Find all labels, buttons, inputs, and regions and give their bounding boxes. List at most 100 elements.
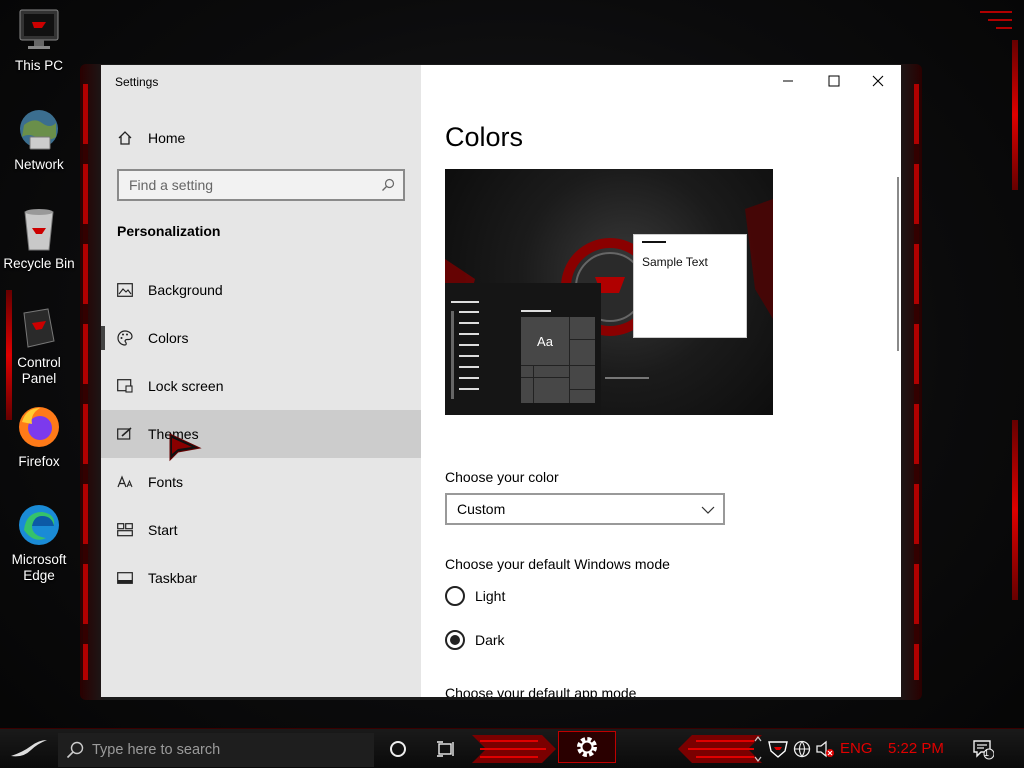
page-title: Colors: [445, 122, 524, 152]
nav-item-label: Colors: [148, 330, 189, 346]
recycle-bin-icon: [24, 209, 54, 251]
choose-color-label: Choose your color: [445, 469, 559, 485]
nav-item-lock-screen[interactable]: Lock screen: [101, 362, 421, 410]
preview-sample-text: Sample Text: [642, 255, 708, 269]
desktop-icon-label: This PC: [14, 58, 63, 73]
desktop-icon-network[interactable]: Network: [0, 107, 78, 173]
settings-nav-pane: Settings Home Personalization Background: [101, 65, 421, 697]
desktop-icon-label: Recycle Bin: [3, 256, 75, 271]
preview-tile-aa: Aa: [537, 333, 553, 349]
desktop-red-stripe: [1012, 420, 1018, 600]
nav-item-background[interactable]: Background: [101, 266, 421, 314]
maximize-icon: [828, 75, 840, 87]
gear-icon: [577, 737, 597, 757]
selection-indicator: [101, 326, 105, 350]
desktop-icon-control-panel[interactable]: Control Panel: [0, 305, 78, 387]
taskbar-red-decoration: [472, 735, 762, 763]
search-icon: [66, 741, 84, 759]
find-setting-input[interactable]: [129, 177, 369, 193]
desktop-icon-label: Microsoft Edge: [11, 552, 67, 583]
network-icon: [20, 110, 58, 150]
taskbar-search[interactable]: [58, 733, 374, 767]
preview-start-menu: Aa: [445, 283, 601, 415]
taskbar-search-input[interactable]: [92, 742, 372, 758]
control-panel-icon: [23, 308, 55, 348]
nav-item-fonts[interactable]: Fonts: [101, 458, 421, 506]
start-button[interactable]: [4, 729, 54, 768]
close-icon: [872, 75, 884, 87]
tray-network[interactable]: [792, 729, 812, 768]
nav-item-colors[interactable]: Colors: [101, 314, 421, 362]
radio-light-label: Light: [475, 588, 506, 604]
start-icon: [117, 522, 133, 538]
minimize-button[interactable]: [765, 65, 811, 97]
choose-color-value: Custom: [457, 501, 506, 517]
firefox-icon: [19, 407, 59, 447]
action-center-button[interactable]: 1: [968, 729, 998, 768]
this-pc-icon: [19, 9, 59, 49]
notification-icon: [973, 740, 994, 760]
chevron-up-icon: [754, 736, 762, 762]
radio-dark[interactable]: [445, 630, 465, 650]
nav-item-start[interactable]: Start: [101, 506, 421, 554]
preview-menu-lines: [451, 301, 479, 399]
desktop-icon-edge[interactable]: Microsoft Edge: [0, 502, 78, 584]
globe-icon: [793, 740, 811, 758]
desktop-red-stripe: [1012, 40, 1018, 190]
search-icon[interactable]: [381, 178, 395, 197]
window-title: Settings: [115, 75, 159, 89]
theme-preview: Aa Sample Text: [445, 169, 773, 415]
cortana-button[interactable]: [380, 729, 416, 768]
tray-volume[interactable]: [814, 729, 836, 768]
tray-clock[interactable]: 5:22 PM: [888, 740, 944, 757]
mouse-cursor: [169, 433, 202, 462]
radio-light[interactable]: [445, 586, 465, 606]
shield-icon: [768, 741, 788, 758]
windows-mode-dark[interactable]: Dark: [445, 630, 505, 650]
nav-item-label: Fonts: [148, 474, 184, 490]
desktop-icon-label: Firefox: [18, 454, 60, 469]
brush-icon: [117, 426, 133, 442]
nav-item-label: Start: [148, 522, 178, 538]
close-button[interactable]: [855, 65, 901, 97]
desktop-icon-recycle-bin[interactable]: Recycle Bin: [0, 206, 78, 272]
content-scrollbar[interactable]: [897, 177, 899, 351]
cortana-icon: [390, 741, 406, 757]
bezel-left-accent: [83, 84, 88, 680]
maximize-button[interactable]: [811, 65, 857, 97]
nav-item-label: Lock screen: [148, 378, 224, 394]
desktop-icon-firefox[interactable]: Firefox: [0, 404, 78, 470]
taskbar: ENG 5:22 PM 1: [0, 728, 1024, 768]
nav-item-themes[interactable]: Themes: [101, 410, 421, 458]
windows-mode-light[interactable]: Light: [445, 586, 505, 606]
nav-item-label: Background: [148, 282, 223, 298]
preview-sample-window: Sample Text: [633, 234, 747, 338]
taskbar-icon: [117, 570, 133, 586]
choose-color-dropdown[interactable]: Custom: [445, 493, 725, 525]
tray-overflow-button[interactable]: [752, 729, 764, 768]
preview-tile-header-line: [521, 310, 551, 312]
edge-icon: [19, 505, 59, 545]
tray-language[interactable]: ENG: [840, 740, 873, 757]
tray-rog-app[interactable]: [764, 729, 792, 768]
nav-home[interactable]: Home: [101, 114, 421, 162]
rog-start-icon: [11, 740, 47, 757]
find-setting-search[interactable]: [117, 169, 405, 201]
settings-content-pane: Colors Aa Sample Text Choose your color …: [421, 65, 901, 697]
notification-count: 1: [984, 748, 990, 758]
desktop-icon-label: Control Panel: [17, 355, 61, 386]
desktop-icon-label: Network: [14, 157, 64, 172]
chevron-down-icon: [701, 506, 715, 514]
radio-dark-label: Dark: [475, 632, 505, 648]
desktop-icon-this-pc[interactable]: This PC: [0, 8, 78, 74]
palette-icon: [117, 330, 133, 346]
task-view-icon: [437, 741, 454, 757]
task-view-button[interactable]: [428, 729, 464, 768]
volume-muted-icon: [816, 740, 834, 758]
taskbar-settings-app[interactable]: [558, 731, 616, 763]
lock-screen-icon: [117, 378, 133, 394]
settings-window: Settings Home Personalization Background: [101, 65, 901, 697]
nav-item-taskbar[interactable]: Taskbar: [101, 554, 421, 602]
windows-mode-label: Choose your default Windows mode: [445, 556, 670, 572]
picture-icon: [117, 282, 133, 298]
